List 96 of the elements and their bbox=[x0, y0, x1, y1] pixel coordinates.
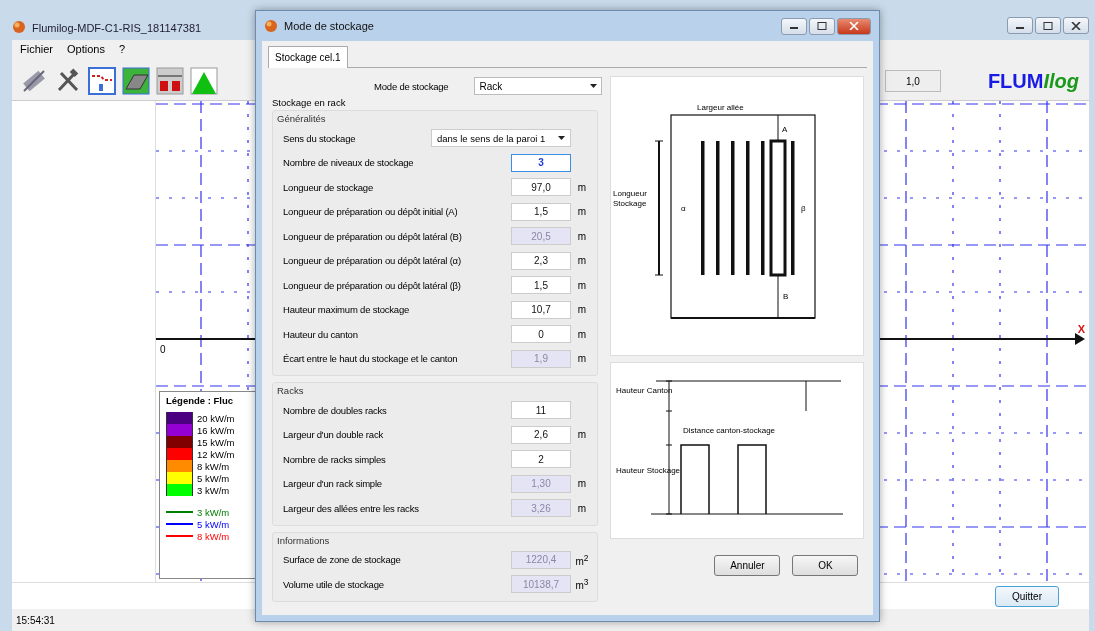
input-field[interactable]: 2,3 bbox=[511, 251, 571, 270]
legend-label: 5 kW/m bbox=[197, 472, 230, 484]
legend-label: 16 kW/m bbox=[197, 424, 235, 436]
field-label: Écart entre le haut du stockage et le canton bbox=[283, 353, 459, 365]
legend-label: 8 kW/m bbox=[197, 460, 230, 472]
wall-icon bbox=[121, 67, 150, 95]
app-icon bbox=[12, 20, 26, 34]
maximize-button[interactable] bbox=[1035, 17, 1061, 34]
unit-label: m bbox=[576, 255, 588, 267]
diagram-label: Longueur Stockage bbox=[613, 189, 649, 209]
group-title: Stockage en rack bbox=[271, 97, 347, 108]
group-title: Racks bbox=[277, 385, 305, 396]
unit-label: m$^{2}$ bbox=[574, 552, 590, 567]
unit-label: m bbox=[576, 429, 588, 441]
field-label: Volume utile de stockage bbox=[283, 578, 385, 590]
field-label: Hauteur du canton bbox=[283, 328, 359, 340]
field-label: Longueur de préparation ou dépôt latéral (α) bbox=[283, 255, 462, 267]
legend-label: 15 kW/m bbox=[197, 436, 235, 448]
unit-label: m bbox=[576, 206, 588, 218]
field-label: Sens du stockage bbox=[283, 132, 357, 144]
window-title: Flumilog-MDF-C1-RIS_181147381 bbox=[32, 22, 202, 34]
menu-item[interactable]: ? bbox=[118, 43, 126, 59]
unit-label: m bbox=[576, 478, 588, 490]
field-label: Longueur de stockage bbox=[283, 181, 375, 193]
input-field[interactable]: 10,7 bbox=[511, 300, 571, 319]
status-text: 15:54:31 bbox=[16, 614, 55, 626]
dropdown[interactable]: Rack bbox=[474, 77, 603, 95]
legend-label: 3 kW/m bbox=[197, 506, 230, 518]
legend-label: 3 kW/m bbox=[197, 484, 230, 496]
axis-label: 0 bbox=[160, 344, 166, 355]
input-field[interactable]: 1,5 bbox=[511, 202, 571, 221]
input-field[interactable]: 11 bbox=[511, 401, 571, 420]
field-label: Longueur de préparation ou dépôt latéral (B) bbox=[283, 230, 463, 242]
field-label: Longueur de préparation ou dépôt latéral (β) bbox=[283, 279, 462, 291]
quit-button[interactable]: Quitter bbox=[995, 585, 1059, 607]
field-label: Mode de stockage bbox=[374, 80, 449, 92]
field-label: Nombre de niveaux de stockage bbox=[283, 157, 415, 169]
menu-item[interactable]: Fichier bbox=[20, 43, 53, 59]
app-icon bbox=[264, 19, 278, 33]
dialog-button[interactable]: Annuler bbox=[714, 555, 781, 576]
field-label: Largeur d'un rack simple bbox=[283, 478, 383, 490]
legend-label: 20 kW/m bbox=[197, 412, 235, 424]
storage-icon bbox=[155, 67, 184, 95]
legend-label: 12 kW/m bbox=[197, 448, 235, 460]
dropdown-arrow-icon bbox=[590, 84, 598, 88]
close-icon bbox=[849, 22, 859, 30]
maximize-icon bbox=[1043, 21, 1053, 30]
unit-label: m bbox=[576, 502, 588, 514]
group-title: Généralités bbox=[277, 113, 327, 124]
input-field[interactable]: 2,6 bbox=[511, 425, 571, 444]
close-button[interactable] bbox=[1063, 17, 1089, 34]
field-label: Hauteur maximum de stockage bbox=[283, 304, 411, 316]
layout-icon bbox=[87, 67, 116, 95]
maximize-button[interactable] bbox=[809, 17, 835, 35]
storage-section-drawing: Hauteur Canton Distance canton-stockage Hauteur Stockage bbox=[610, 362, 865, 539]
field-label: Nombre de doubles racks bbox=[283, 404, 388, 416]
field-label: Surface de zone de stockage bbox=[283, 554, 402, 566]
field-label: Nombre de racks simples bbox=[283, 453, 387, 465]
field-label: Largeur d'un double rack bbox=[283, 429, 384, 441]
close-icon bbox=[1071, 21, 1081, 30]
minimize-button[interactable] bbox=[781, 17, 807, 35]
zoom-field[interactable]: 1,0 bbox=[884, 70, 941, 92]
minimize-button[interactable] bbox=[1007, 17, 1033, 34]
logo: FLUMIlog bbox=[987, 69, 1079, 93]
dialog-title: Mode de stockage bbox=[284, 20, 374, 32]
legend-title: Légende : Fluc bbox=[166, 395, 235, 406]
unit-label: m bbox=[576, 353, 588, 365]
axis-label: X bbox=[1077, 323, 1085, 335]
mountain-icon bbox=[189, 67, 218, 95]
unit-label: m bbox=[576, 328, 588, 340]
group-title: Informations bbox=[277, 534, 331, 546]
dropdown[interactable]: dans le sens de la paroi 1 bbox=[431, 129, 571, 148]
tab[interactable]: Stockage cel.1 bbox=[268, 46, 348, 68]
wall-button[interactable] bbox=[120, 65, 151, 97]
close-button[interactable] bbox=[837, 17, 871, 35]
maximize-icon bbox=[817, 22, 827, 30]
input-field[interactable]: 2 bbox=[511, 450, 571, 469]
layout-button[interactable] bbox=[86, 65, 117, 97]
dropdown-arrow-icon bbox=[558, 136, 565, 141]
legend-label: 8 kW/m bbox=[197, 530, 230, 542]
input-field[interactable]: 97,0 bbox=[511, 178, 571, 197]
legend-label: 5 kW/m bbox=[197, 518, 230, 530]
unit-label: m$^{3}$ bbox=[574, 577, 590, 592]
menu-item[interactable]: Options bbox=[67, 43, 105, 59]
unit-label: m bbox=[576, 304, 588, 316]
input-field[interactable]: 1,5 bbox=[511, 276, 571, 295]
storage-plan-drawing: Largeur allée A B α β Longueur Stockage bbox=[610, 76, 865, 356]
dialog-button[interactable]: OK bbox=[792, 555, 859, 576]
storage-button[interactable] bbox=[154, 65, 185, 97]
unit-label: m bbox=[576, 181, 588, 193]
unit-label: m bbox=[576, 279, 588, 291]
field-label: Longueur de préparation ou dépôt initial (A) bbox=[283, 206, 459, 218]
input-field[interactable]: 0 bbox=[511, 325, 571, 344]
unit-label: m bbox=[576, 230, 588, 242]
input-field[interactable]: 3 bbox=[511, 153, 571, 172]
field-label: Largeur des allées entre les racks bbox=[283, 502, 420, 514]
